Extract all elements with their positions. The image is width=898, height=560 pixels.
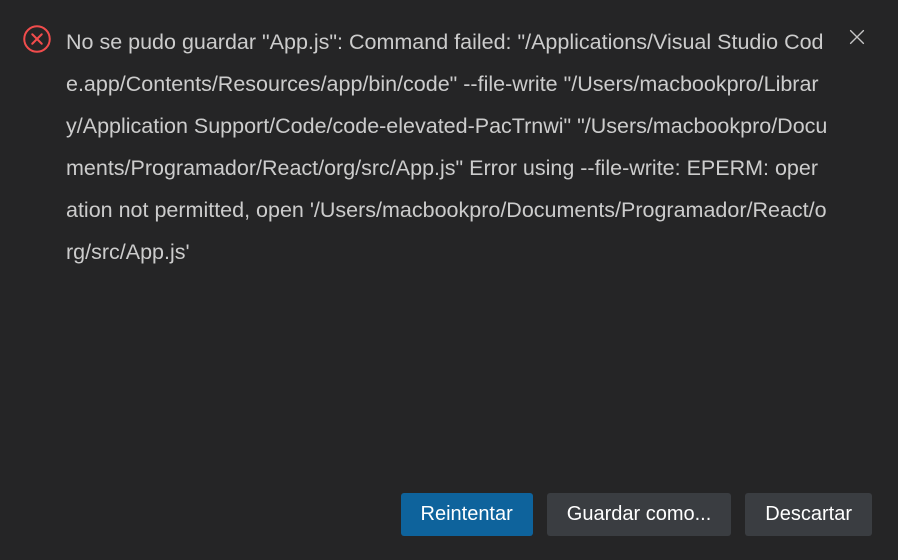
save-as-button[interactable]: Guardar como... <box>547 493 732 536</box>
dialog-message: No se pudo guardar "App.js": Command fai… <box>66 22 828 274</box>
error-dialog: No se pudo guardar "App.js": Command fai… <box>0 0 898 560</box>
discard-button[interactable]: Descartar <box>745 493 872 536</box>
dialog-icon-column <box>22 22 66 54</box>
dialog-close-column <box>828 22 872 55</box>
error-icon <box>22 24 52 54</box>
close-button[interactable] <box>842 22 872 55</box>
dialog-footer: Reintentar Guardar como... Descartar <box>22 473 872 536</box>
close-icon <box>846 26 868 51</box>
retry-button[interactable]: Reintentar <box>401 493 533 536</box>
dialog-message-column: No se pudo guardar "App.js": Command fai… <box>66 22 828 274</box>
dialog-header: No se pudo guardar "App.js": Command fai… <box>22 22 872 274</box>
